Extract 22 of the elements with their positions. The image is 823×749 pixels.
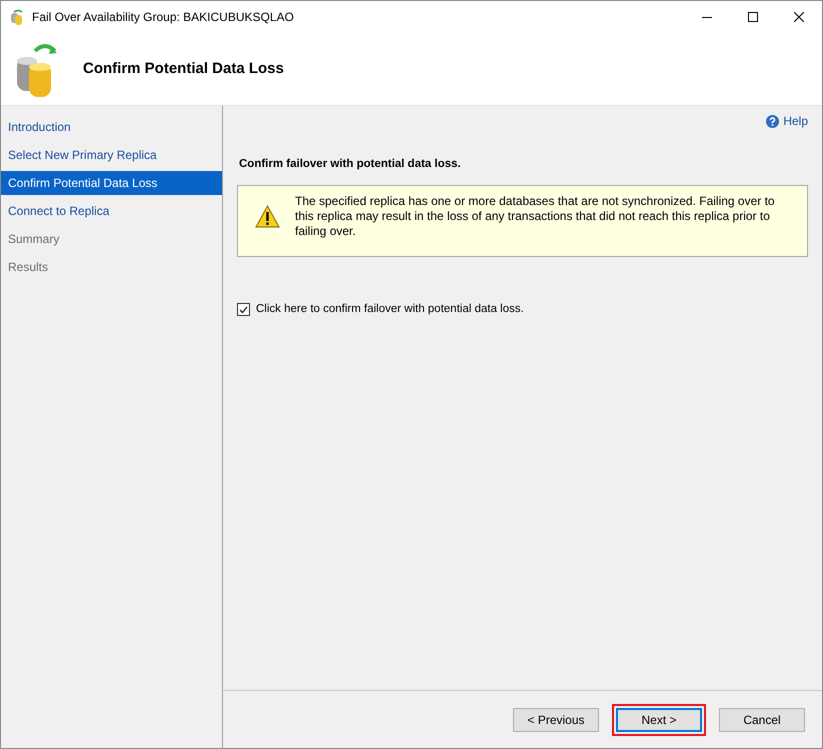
window-title: Fail Over Availability Group: BAKICUBUKSQLAO — [32, 9, 294, 26]
warning-text: The specified replica has one or more databases that are not synchronized. Failing over to this replica may result in the loss of any transactions that did not reach this replica prior to failing over. — [295, 194, 776, 240]
checkmark-icon — [239, 306, 248, 314]
sidebar-item[interactable]: Confirm Potential Data Loss — [1, 171, 222, 195]
page-title: Confirm Potential Data Loss — [83, 58, 284, 79]
minimize-icon — [702, 16, 712, 18]
sidebar-item[interactable]: Select New Primary Replica — [1, 143, 222, 167]
sidebar-item[interactable]: Introduction — [1, 115, 222, 139]
warning-icon — [255, 205, 280, 228]
checkbox-square[interactable] — [237, 303, 250, 316]
app-icon — [10, 9, 24, 25]
section-heading: Confirm failover with potential data loss. — [239, 157, 462, 172]
confirm-checkbox[interactable]: Click here to confirm failover with potential data loss. — [237, 301, 808, 318]
maximize-icon — [748, 12, 758, 22]
close-icon — [794, 12, 804, 22]
help-icon — [766, 114, 780, 128]
sidebar-item[interactable]: Connect to Replica — [1, 199, 222, 223]
checkbox-label: Click here to confirm failover with potential data loss. — [256, 302, 524, 318]
wizard-button[interactable]: Next > — [616, 708, 702, 732]
wizard-button[interactable]: < Previous — [513, 708, 599, 732]
wizard-button[interactable]: Cancel — [719, 708, 805, 732]
help-link[interactable]: Help — [766, 112, 808, 130]
